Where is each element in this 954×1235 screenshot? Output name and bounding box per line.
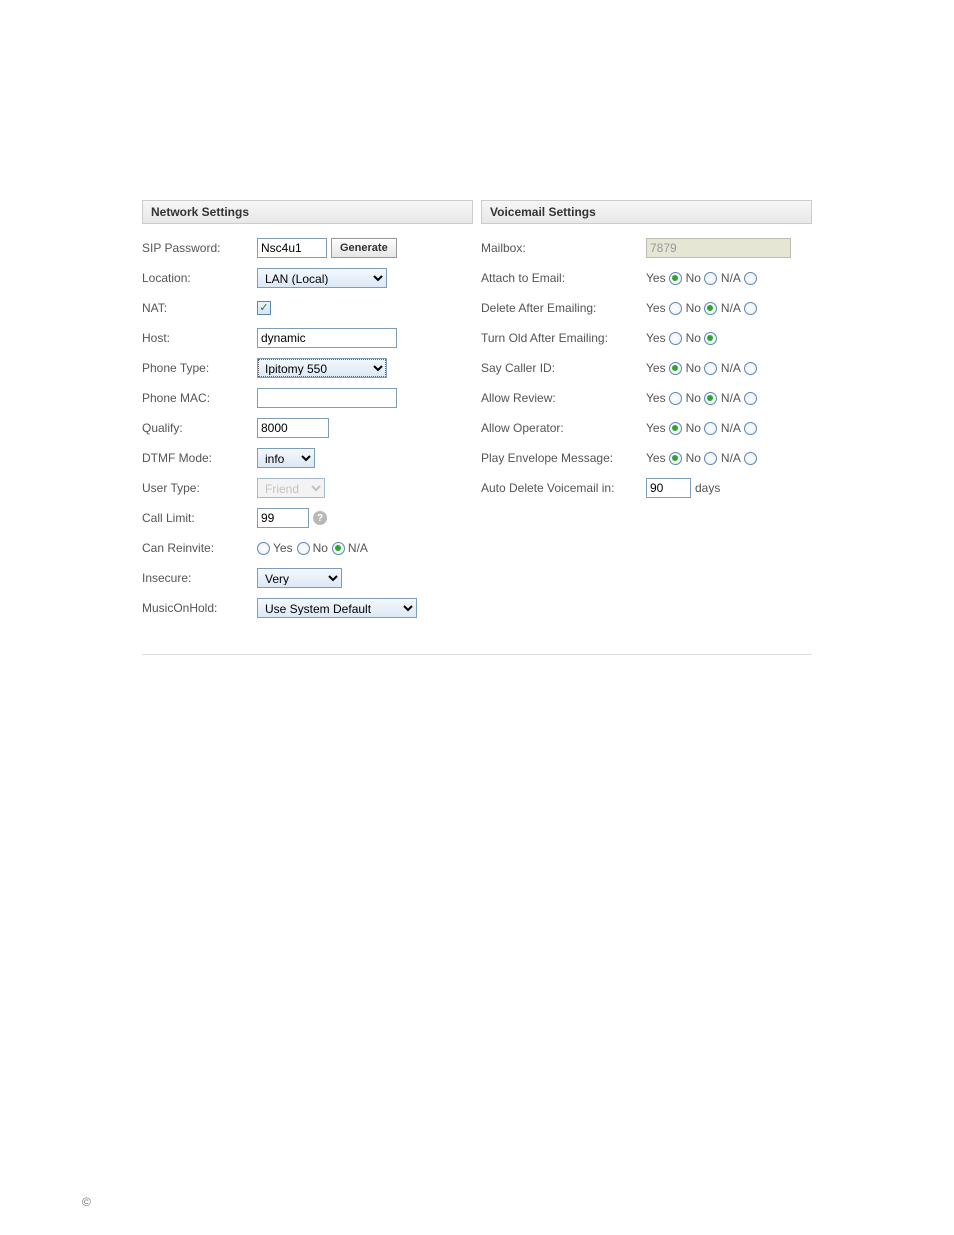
can-reinvite-na-radio[interactable] [332, 542, 345, 555]
can-reinvite-radios: Yes No N/A [257, 541, 368, 555]
delete-after-label: Delete After Emailing: [481, 301, 646, 315]
host-label: Host: [142, 331, 257, 345]
attach-email-no-radio[interactable] [704, 272, 717, 285]
nat-label: NAT: [142, 301, 257, 315]
allow-review-label: Allow Review: [481, 391, 646, 405]
sip-password-row: SIP Password: Generate [142, 234, 473, 262]
copyright-symbol: © [82, 1195, 954, 1209]
play-envelope-yes-radio[interactable] [669, 452, 682, 465]
generate-button[interactable]: Generate [331, 238, 397, 258]
voicemail-settings-header: Voicemail Settings [481, 200, 812, 224]
help-icon[interactable]: ? [313, 511, 327, 525]
attach-email-row: Attach to Email: Yes No N/A [481, 264, 812, 292]
phone-type-label: Phone Type: [142, 361, 257, 375]
attach-email-label: Attach to Email: [481, 271, 646, 285]
turn-old-label: Turn Old After Emailing: [481, 331, 646, 345]
insecure-label: Insecure: [142, 571, 257, 585]
allow-operator-na-radio[interactable] [744, 422, 757, 435]
mailbox-label: Mailbox: [481, 241, 646, 255]
turn-old-yes-radio[interactable] [669, 332, 682, 345]
turn-old-row: Turn Old After Emailing: Yes No [481, 324, 812, 352]
moh-label: MusicOnHold: [142, 601, 257, 615]
say-caller-yes-radio[interactable] [669, 362, 682, 375]
user-type-row: User Type: Friend [142, 474, 473, 502]
say-caller-row: Say Caller ID: Yes No N/A [481, 354, 812, 382]
delete-after-na-radio[interactable] [744, 302, 757, 315]
can-reinvite-yes-radio[interactable] [257, 542, 270, 555]
play-envelope-na-radio[interactable] [744, 452, 757, 465]
allow-operator-no-radio[interactable] [704, 422, 717, 435]
call-limit-label: Call Limit: [142, 511, 257, 525]
auto-delete-row: Auto Delete Voicemail in: days [481, 474, 812, 502]
dtmf-mode-select[interactable]: info [257, 448, 315, 468]
dtmf-mode-row: DTMF Mode: info [142, 444, 473, 472]
settings-container: Network Settings SIP Password: Generate … [142, 200, 812, 655]
insecure-row: Insecure: Very [142, 564, 473, 592]
auto-delete-label: Auto Delete Voicemail in: [481, 481, 646, 495]
play-envelope-label: Play Envelope Message: [481, 451, 646, 465]
host-row: Host: [142, 324, 473, 352]
phone-mac-label: Phone MAC: [142, 391, 257, 405]
allow-review-yes-radio[interactable] [669, 392, 682, 405]
sip-password-input[interactable] [257, 238, 327, 258]
auto-delete-input[interactable] [646, 478, 691, 498]
user-type-select: Friend [257, 478, 325, 498]
location-row: Location: LAN (Local) [142, 264, 473, 292]
delete-after-yes-radio[interactable] [669, 302, 682, 315]
mailbox-row: Mailbox: [481, 234, 812, 262]
sip-password-label: SIP Password: [142, 241, 257, 255]
location-select[interactable]: LAN (Local) [257, 268, 387, 288]
network-settings-header: Network Settings [142, 200, 473, 224]
mailbox-input [646, 238, 791, 258]
moh-row: MusicOnHold: Use System Default [142, 594, 473, 622]
voicemail-settings-panel: Voicemail Settings Mailbox: Attach to Em… [481, 200, 812, 624]
allow-operator-label: Allow Operator: [481, 421, 646, 435]
host-input[interactable] [257, 328, 397, 348]
allow-operator-row: Allow Operator: Yes No N/A [481, 414, 812, 442]
phone-mac-row: Phone MAC: [142, 384, 473, 412]
call-limit-input[interactable] [257, 508, 309, 528]
can-reinvite-row: Can Reinvite: Yes No N/A [142, 534, 473, 562]
delete-after-no-radio[interactable] [704, 302, 717, 315]
say-caller-na-radio[interactable] [744, 362, 757, 375]
allow-review-na-radio[interactable] [744, 392, 757, 405]
network-settings-panel: Network Settings SIP Password: Generate … [142, 200, 473, 624]
phone-type-select[interactable]: Ipitomy 550 [257, 358, 387, 378]
nat-row: NAT: ✓ [142, 294, 473, 322]
say-caller-label: Say Caller ID: [481, 361, 646, 375]
qualify-row: Qualify: [142, 414, 473, 442]
allow-review-row: Allow Review: Yes No N/A [481, 384, 812, 412]
qualify-input[interactable] [257, 418, 329, 438]
dtmf-mode-label: DTMF Mode: [142, 451, 257, 465]
can-reinvite-no-radio[interactable] [297, 542, 310, 555]
insecure-select[interactable]: Very [257, 568, 342, 588]
nat-checkbox[interactable]: ✓ [257, 301, 271, 315]
can-reinvite-label: Can Reinvite: [142, 541, 257, 555]
auto-delete-unit: days [695, 481, 720, 495]
attach-email-na-radio[interactable] [744, 272, 757, 285]
moh-select[interactable]: Use System Default [257, 598, 417, 618]
phone-type-row: Phone Type: Ipitomy 550 [142, 354, 473, 382]
location-label: Location: [142, 271, 257, 285]
attach-email-yes-radio[interactable] [669, 272, 682, 285]
call-limit-row: Call Limit: ? [142, 504, 473, 532]
allow-review-no-radio[interactable] [704, 392, 717, 405]
play-envelope-no-radio[interactable] [704, 452, 717, 465]
user-type-label: User Type: [142, 481, 257, 495]
phone-mac-input[interactable] [257, 388, 397, 408]
delete-after-row: Delete After Emailing: Yes No N/A [481, 294, 812, 322]
say-caller-no-radio[interactable] [704, 362, 717, 375]
turn-old-no-radio[interactable] [704, 332, 717, 345]
allow-operator-yes-radio[interactable] [669, 422, 682, 435]
play-envelope-row: Play Envelope Message: Yes No N/A [481, 444, 812, 472]
qualify-label: Qualify: [142, 421, 257, 435]
